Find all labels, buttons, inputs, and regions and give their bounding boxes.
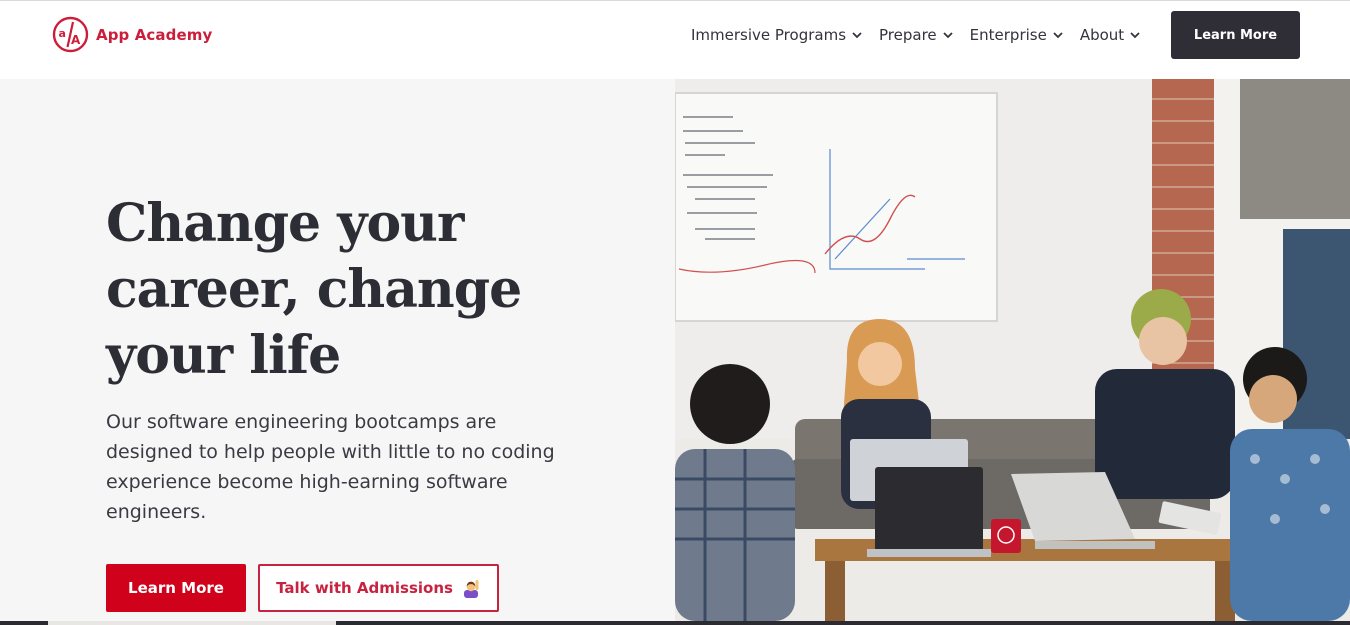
- hero-photo-illustration: [675, 79, 1350, 621]
- chevron-down-icon: [943, 32, 953, 39]
- main-nav: Immersive Programs Prepare Enterprise Ab…: [691, 23, 1141, 47]
- person-raising-hand-emoji-icon: [463, 580, 479, 598]
- talk-with-admissions-button[interactable]: Talk with Admissions: [258, 564, 499, 612]
- nav-item-label: Immersive Programs: [691, 26, 847, 44]
- chevron-down-icon: [852, 32, 862, 39]
- headline-line: your life: [106, 325, 341, 386]
- hero-subtext: Our software engineering bootcamps are d…: [106, 411, 555, 523]
- chevron-down-icon: [1130, 32, 1140, 39]
- nav-item-enterprise[interactable]: Enterprise: [970, 26, 1064, 44]
- nav-item-label: About: [1079, 26, 1125, 44]
- nav-item-prepare[interactable]: Prepare: [879, 26, 954, 44]
- app-academy-logo-icon: a A: [52, 16, 89, 53]
- page-bottom-edge: [0, 621, 1350, 625]
- headline-line: career, change: [106, 259, 522, 320]
- students-working-on-laptops-photo: [675, 79, 1350, 621]
- chevron-down-icon: [1053, 32, 1063, 39]
- header-learn-more-button[interactable]: Learn More: [1171, 11, 1300, 59]
- svg-text:A: A: [71, 33, 81, 47]
- brand-logo[interactable]: a A App Academy: [52, 16, 212, 53]
- nav-item-label: Prepare: [879, 26, 937, 44]
- headline-line: Change your: [106, 193, 464, 254]
- learn-more-button[interactable]: Learn More: [106, 564, 246, 612]
- page-bottom-edge-segment: [48, 621, 336, 625]
- svg-text:a: a: [59, 27, 66, 40]
- nav-item-about[interactable]: About: [1080, 26, 1141, 44]
- hero-headline: Change your career, change your life: [106, 191, 626, 389]
- nav-item-immersive-programs[interactable]: Immersive Programs: [691, 26, 863, 44]
- talk-with-admissions-label: Talk with Admissions: [276, 579, 453, 597]
- hero-section: Change your career, change your life Our…: [0, 79, 675, 621]
- nav-item-label: Enterprise: [969, 26, 1047, 44]
- brand-name: App Academy: [96, 25, 213, 44]
- site-header: a A App Academy Immersive Programs Prepa…: [0, 0, 1350, 79]
